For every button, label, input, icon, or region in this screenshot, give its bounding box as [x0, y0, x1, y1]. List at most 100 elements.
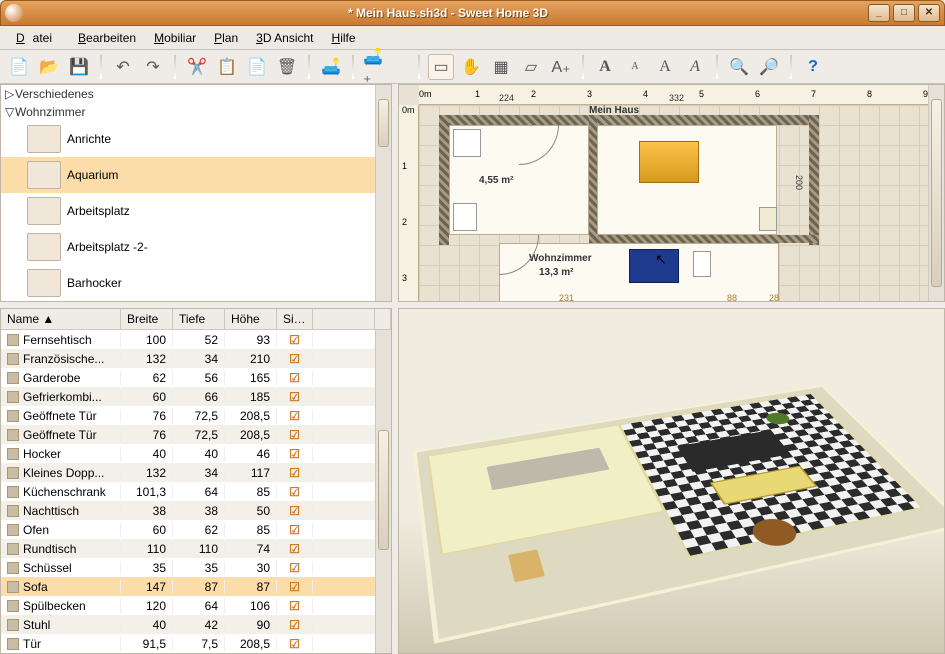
visible-checkbox[interactable]: ☑	[277, 409, 313, 423]
menu-edit[interactable]: Bearbeiten	[70, 29, 144, 47]
undo-icon[interactable]: ↶	[110, 54, 136, 80]
visible-checkbox[interactable]: ☑	[277, 390, 313, 404]
catalog-category[interactable]: ▽Wohnzimmer	[1, 103, 375, 121]
furniture-row-icon	[7, 638, 19, 650]
plan-picture[interactable]	[759, 207, 777, 231]
col-visible[interactable]: Sic...	[277, 309, 313, 329]
minimize-button[interactable]: _	[868, 4, 890, 22]
visible-checkbox[interactable]: ☑	[277, 618, 313, 632]
visible-checkbox[interactable]: ☑	[277, 428, 313, 442]
catalog-item[interactable]: Aquarium	[1, 157, 375, 193]
table-row[interactable]: Stuhl404290☑	[1, 615, 375, 634]
plan-scrollbar-v[interactable]	[928, 85, 944, 301]
paste-icon[interactable]: 📄	[244, 54, 270, 80]
col-width[interactable]: Breite	[121, 309, 173, 329]
zoom-out-icon[interactable]: 🔎	[756, 54, 782, 80]
help-icon[interactable]: ?	[800, 54, 826, 80]
furniture-row-icon	[7, 600, 19, 612]
visible-checkbox[interactable]: ☑	[277, 371, 313, 385]
visible-checkbox[interactable]: ☑	[277, 542, 313, 556]
visible-checkbox[interactable]: ☑	[277, 523, 313, 537]
visible-checkbox[interactable]: ☑	[277, 504, 313, 518]
catalog-item[interactable]: Anrichte	[1, 121, 375, 157]
table-row[interactable]: Küchenschrank101,36485☑	[1, 482, 375, 501]
catalog-item[interactable]: Arbeitsplatz -2-	[1, 229, 375, 265]
table-row[interactable]: Garderobe6256165☑	[1, 368, 375, 387]
catalog-item[interactable]: Barhocker	[1, 265, 375, 301]
catalog-scrollbar[interactable]	[375, 85, 391, 301]
menu-help[interactable]: Hilfe	[324, 29, 364, 47]
menu-furniture[interactable]: Mobiliar	[146, 29, 204, 47]
table-row[interactable]: Schüssel353530☑	[1, 558, 375, 577]
visible-checkbox[interactable]: ☑	[277, 352, 313, 366]
table-row[interactable]: Kleines Dopp...13234117☑	[1, 463, 375, 482]
table-row[interactable]: Hocker404046☑	[1, 444, 375, 463]
plan-bed[interactable]	[639, 141, 699, 183]
furniture-row-icon	[7, 429, 19, 441]
separator	[174, 55, 176, 79]
col-depth[interactable]: Tiefe	[173, 309, 225, 329]
plan-furniture[interactable]	[453, 129, 481, 157]
visible-checkbox[interactable]: ☑	[277, 561, 313, 575]
dimension-tool-icon[interactable]: A₊	[548, 54, 574, 80]
room-tool-icon[interactable]: ▱	[518, 54, 544, 80]
furniture-row-icon	[7, 562, 19, 574]
col-name[interactable]: Name ▲	[1, 309, 121, 329]
table-row[interactable]: Spülbecken12064106☑	[1, 596, 375, 615]
text-bold-icon[interactable]: A	[592, 54, 618, 80]
save-file-icon[interactable]: 💾	[66, 54, 92, 80]
select-tool-icon[interactable]: ▭	[428, 54, 454, 80]
menu-3dview[interactable]: 3D Ansicht	[248, 29, 321, 47]
catalog-item-label: Arbeitsplatz -2-	[67, 240, 148, 254]
col-height[interactable]: Höhe	[225, 309, 277, 329]
catalog-category[interactable]: ▷Verschiedenes	[1, 85, 375, 103]
new-file-icon[interactable]: 📄	[6, 54, 32, 80]
maximize-button[interactable]: □	[893, 4, 915, 22]
add-furniture-icon[interactable]: 🛋️	[318, 54, 344, 80]
table-row[interactable]: Französische...13234210☑	[1, 349, 375, 368]
visible-checkbox[interactable]: ☑	[277, 637, 313, 651]
menu-plan[interactable]: Plan	[206, 29, 246, 47]
cut-icon[interactable]: ✂️	[184, 54, 210, 80]
menu-file[interactable]: Datei	[8, 29, 68, 47]
table-row[interactable]: Geöffnete Tür7672,5208,5☑	[1, 425, 375, 444]
table-row[interactable]: Ofen606285☑	[1, 520, 375, 539]
pan-tool-icon[interactable]: ✋	[458, 54, 484, 80]
table-row[interactable]: Rundtisch11011074☑	[1, 539, 375, 558]
visible-checkbox[interactable]: ☑	[277, 466, 313, 480]
open-file-icon[interactable]: 📂	[36, 54, 62, 80]
window-titlebar: * Mein Haus.sh3d - Sweet Home 3D _ □ ✕	[0, 0, 945, 26]
text-medium-icon[interactable]: A	[652, 54, 678, 80]
plan-furniture[interactable]	[693, 251, 711, 277]
table-row[interactable]: Gefrierkombi...6066185☑	[1, 387, 375, 406]
visible-checkbox[interactable]: ☑	[277, 580, 313, 594]
catalog-item-label: Arbeitsplatz	[67, 204, 130, 218]
catalog-item[interactable]: Arbeitsplatz	[1, 193, 375, 229]
redo-icon[interactable]: ↷	[140, 54, 166, 80]
table-row[interactable]: Fernsehtisch1005293☑	[1, 330, 375, 349]
zoom-in-icon[interactable]: 🔍	[726, 54, 752, 80]
table-scrollbar[interactable]	[375, 330, 391, 653]
text-italic-icon[interactable]: A	[682, 54, 708, 80]
table-row[interactable]: Sofa1478787☑	[1, 577, 375, 596]
visible-checkbox[interactable]: ☑	[277, 447, 313, 461]
table-row[interactable]: Geöffnete Tür7672,5208,5☑	[1, 406, 375, 425]
table-row[interactable]: Tür91,57,5208,5☑	[1, 634, 375, 653]
separator	[582, 55, 584, 79]
visible-checkbox[interactable]: ☑	[277, 333, 313, 347]
plan-view[interactable]: 0m123456789 0m123 Mein Haus 224 332 200 …	[398, 84, 945, 302]
copy-icon[interactable]: 📋	[214, 54, 240, 80]
text-small-icon[interactable]: A	[622, 54, 648, 80]
visible-checkbox[interactable]: ☑	[277, 485, 313, 499]
close-button[interactable]: ✕	[918, 4, 940, 22]
furniture-row-icon	[7, 372, 19, 384]
table-row[interactable]: Nachttisch383850☑	[1, 501, 375, 520]
visible-checkbox[interactable]: ☑	[277, 599, 313, 613]
wall-tool-icon[interactable]: ▦	[488, 54, 514, 80]
delete-icon[interactable]: 🗑	[274, 54, 300, 80]
plan-furniture[interactable]	[453, 203, 477, 231]
plan-sofa[interactable]	[629, 249, 679, 283]
furniture-row-icon	[7, 391, 19, 403]
import-furniture-icon[interactable]: 🛋️₊	[362, 54, 388, 80]
3d-view[interactable]	[398, 308, 945, 654]
